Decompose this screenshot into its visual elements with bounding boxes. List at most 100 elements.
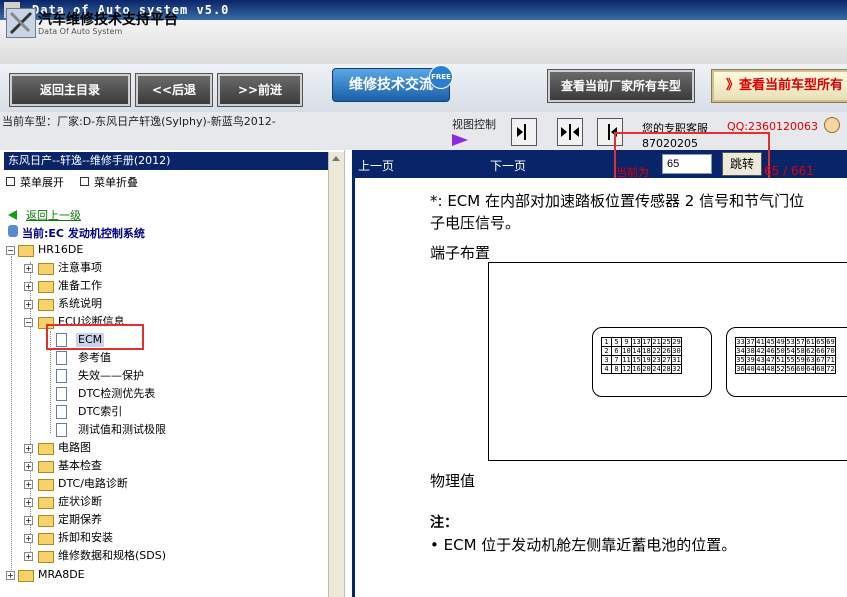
collapse-icon[interactable]: − — [24, 318, 33, 327]
current-model-button[interactable]: 》查看当前车型所有 — [712, 70, 847, 102]
connector-pin: 44 — [755, 364, 766, 374]
manual-title: 东风日产--轩逸--维修手册(2012) — [4, 152, 330, 170]
expand-icon[interactable]: + — [24, 444, 33, 453]
connector-pin: 32 — [671, 364, 682, 374]
current-node-label: 当前:EC 发动机控制系统 — [22, 227, 145, 240]
expand-icon[interactable]: + — [24, 516, 33, 525]
app-title: 汽车维修技术支持平台 — [38, 12, 178, 28]
connector-pin: 53 — [785, 337, 796, 347]
menu-expand-link[interactable]: 菜单展开 — [20, 174, 64, 190]
collapse-icon[interactable]: − — [6, 246, 15, 255]
document-icon — [56, 351, 67, 365]
menu-collapse-icon[interactable] — [80, 177, 89, 186]
doc-text-line-2: 子电压信号。 — [430, 214, 521, 232]
connector-pin: 57 — [795, 337, 806, 347]
folder-icon — [38, 263, 54, 275]
connector-pin: 7 — [611, 355, 622, 365]
tree-leaf-label: 失效——保护 — [78, 369, 144, 382]
expand-icon[interactable]: + — [24, 462, 33, 471]
connector-pin: 41 — [755, 337, 766, 347]
home-button[interactable]: 返回主目录 — [10, 74, 130, 106]
tree-node-label: 症状诊断 — [58, 495, 102, 508]
view-control-label: 视图控制 — [452, 118, 496, 131]
tree-node-label: 基本检查 — [58, 459, 102, 472]
expand-icon[interactable]: + — [24, 534, 33, 543]
connector-pin: 68 — [815, 364, 826, 374]
tree-node-label: 拆卸和安装 — [58, 531, 113, 544]
connector-pin: 63 — [805, 355, 816, 365]
left-scrollbar[interactable] — [328, 152, 344, 597]
connector-pin: 2 — [601, 346, 612, 356]
expand-icon[interactable]: + — [24, 552, 33, 561]
connector-pin: 64 — [805, 364, 816, 374]
tree-node-label: 系统说明 — [58, 297, 102, 310]
scroll-up-icon[interactable] — [332, 156, 340, 161]
tech-exchange-button[interactable]: 维修技术交流 FREE — [332, 65, 453, 102]
next-page-button[interactable]: 下一页 — [490, 157, 526, 174]
connector-pin: 8 — [611, 364, 622, 374]
prev-page-button[interactable]: 上一页 — [358, 157, 394, 174]
tree-node-label: 电路图 — [58, 441, 91, 454]
tree-node-label: 维修数据和规格(SDS) — [58, 549, 167, 562]
connector-pin: 33 — [735, 337, 746, 347]
back-button[interactable]: <<后退 — [136, 74, 212, 106]
connector-pin: 72 — [825, 364, 836, 374]
connector-pin: 31 — [671, 355, 682, 365]
expand-icon[interactable]: + — [6, 571, 15, 580]
app-subtitle: Data Of Auto System — [38, 27, 123, 36]
connector-pin: 6 — [611, 346, 622, 356]
connector-pin: 37 — [745, 337, 756, 347]
tree-node-label: 定期保养 — [58, 513, 102, 526]
menu-collapse-link[interactable]: 菜单折叠 — [94, 174, 138, 190]
support-person-icon[interactable] — [824, 117, 840, 133]
connector-pin: 66 — [815, 346, 826, 356]
connector-pin: 46 — [765, 346, 776, 356]
back-arrow-icon[interactable] — [8, 210, 17, 220]
current-node-icon — [8, 225, 18, 237]
connector-pin: 40 — [745, 364, 756, 374]
page-number-input[interactable] — [662, 154, 712, 174]
connector-pin: 11 — [621, 355, 632, 365]
connector-pin: 5 — [611, 337, 622, 347]
connector-pin: 18 — [641, 346, 652, 356]
connector-pin: 42 — [755, 346, 766, 356]
document-icon — [56, 387, 67, 401]
expand-icon[interactable]: + — [24, 300, 33, 309]
view-right-button[interactable] — [511, 118, 537, 146]
connector-pin: 49 — [775, 337, 786, 347]
jump-button[interactable]: 跳转 — [722, 152, 762, 176]
view-split-button[interactable] — [557, 118, 583, 146]
connector-pin: 54 — [785, 346, 796, 356]
connector-pin: 60 — [795, 364, 806, 374]
connector-pin: 59 — [795, 355, 806, 365]
connector-pin: 38 — [745, 346, 756, 356]
tree-leaf-label: 测试值和测试极限 — [78, 423, 166, 436]
all-models-button[interactable]: 查看当前厂家所有车型 — [548, 70, 694, 102]
expand-icon[interactable]: + — [24, 282, 33, 291]
connector-pin: 24 — [651, 364, 662, 374]
connector-pin: 20 — [641, 364, 652, 374]
expand-icon[interactable]: + — [24, 480, 33, 489]
connector-pin: 61 — [805, 337, 816, 347]
play-icon[interactable] — [452, 134, 468, 146]
folder-icon — [18, 570, 34, 582]
forward-button[interactable]: >>前进 — [218, 74, 302, 106]
expand-icon[interactable]: + — [24, 498, 33, 507]
connector-pin: 48 — [765, 364, 776, 374]
connector-pin: 51 — [775, 355, 786, 365]
physical-value-heading: 物理值 — [430, 472, 476, 490]
back-up-link[interactable]: 返回上一级 — [26, 207, 81, 223]
connector-pin: 52 — [775, 364, 786, 374]
connector-pin: 10 — [621, 346, 632, 356]
menu-expand-icon[interactable] — [6, 177, 15, 186]
tree-node-label: HR16DE — [38, 243, 84, 256]
free-badge: FREE — [429, 65, 453, 89]
doc-text-line-1: *: ECM 在内部对加速踏板位置传感器 2 信号和节气门位 — [430, 192, 805, 210]
connector-pin: 55 — [785, 355, 796, 365]
connector-pin: 36 — [735, 364, 746, 374]
expand-icon[interactable]: + — [24, 264, 33, 273]
document-icon — [56, 369, 67, 383]
tree-guide-line — [11, 256, 12, 576]
folder-open-icon — [18, 245, 34, 257]
tree-node-label: MRA8DE — [38, 568, 85, 581]
